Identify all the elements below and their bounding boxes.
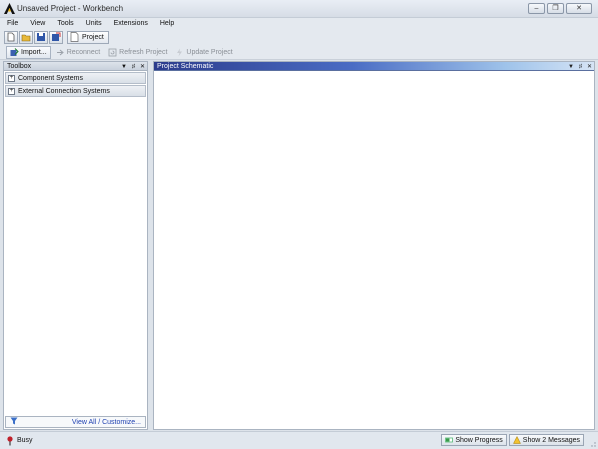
- toolbox-controls: ▼ ♯ ✕: [121, 62, 145, 71]
- save-as-button[interactable]: [49, 30, 63, 44]
- project-page-icon: [70, 32, 79, 42]
- pin-icon[interactable]: ♯: [579, 64, 582, 70]
- refresh-project-button[interactable]: Refresh Project: [105, 46, 170, 59]
- reconnect-label: Reconnect: [66, 48, 101, 56]
- restore-button[interactable]: ❐: [547, 3, 564, 14]
- window-title: Unsaved Project - Workbench: [17, 4, 124, 13]
- menu-extensions[interactable]: Extensions: [114, 20, 148, 27]
- tab-project-label: Project: [82, 33, 104, 41]
- minimize-icon: –: [534, 5, 539, 12]
- busy-light-icon: [7, 435, 13, 445]
- close-icon[interactable]: ✕: [140, 63, 145, 70]
- expand-plus-icon[interactable]: +: [8, 87, 15, 95]
- open-button[interactable]: [19, 30, 33, 44]
- main-toolbar: Project: [0, 29, 598, 45]
- close-button[interactable]: ✕: [566, 3, 592, 14]
- toolbox-group-component-systems[interactable]: + Component Systems: [5, 72, 146, 84]
- busy-indicator: Busy: [7, 435, 33, 446]
- import-label: Import...: [21, 48, 47, 56]
- reconnect-button[interactable]: Reconnect: [53, 46, 103, 59]
- view-all-customize-link[interactable]: View All / Customize...: [72, 419, 141, 426]
- toolbox-title: Toolbox: [7, 62, 32, 70]
- import-icon: [10, 47, 19, 56]
- menu-units[interactable]: Units: [86, 20, 102, 27]
- dropdown-arrow-icon[interactable]: ▼: [568, 64, 574, 70]
- new-button[interactable]: [4, 30, 18, 44]
- refresh-icon: [108, 48, 117, 56]
- project-schematic-title: Project Schematic: [157, 62, 214, 70]
- toolbox-header: Toolbox ▼ ♯ ✕: [4, 62, 147, 71]
- menu-view[interactable]: View: [30, 20, 45, 27]
- action-toolbar: Import... Reconnect Refresh Project Upda…: [0, 45, 598, 60]
- restore-icon: ❐: [552, 5, 559, 12]
- update-project-label: Update Project: [186, 48, 233, 56]
- ansys-logo-icon: [4, 3, 15, 14]
- progress-icon: [445, 437, 454, 443]
- close-icon: ✕: [576, 5, 582, 12]
- menu-help[interactable]: Help: [160, 20, 174, 27]
- open-folder-icon: [21, 34, 31, 42]
- toolbox-footer: View All / Customize...: [5, 416, 146, 428]
- close-icon[interactable]: ✕: [587, 63, 592, 70]
- minimize-button[interactable]: –: [528, 3, 545, 14]
- pin-icon[interactable]: ♯: [132, 64, 135, 70]
- project-schematic-header: Project Schematic ▼ ♯ ✕: [154, 62, 594, 71]
- show-progress-label: Show Progress: [455, 436, 503, 444]
- status-actions: Show Progress Show 2 Messages: [441, 434, 584, 446]
- project-schematic-pane[interactable]: Project Schematic ▼ ♯ ✕: [153, 61, 595, 430]
- group-label: External Connection Systems: [18, 87, 110, 95]
- refresh-project-label: Refresh Project: [119, 48, 168, 56]
- resize-grip-icon[interactable]: [588, 439, 596, 447]
- tab-project[interactable]: Project: [67, 30, 109, 44]
- show-messages-label: Show 2 Messages: [522, 436, 580, 444]
- reconnect-icon: [56, 49, 64, 55]
- lightning-icon: [177, 48, 183, 56]
- filter-funnel-icon[interactable]: [10, 417, 18, 427]
- message-warning-icon: [512, 436, 521, 444]
- schematic-controls: ▼ ♯ ✕: [568, 62, 592, 71]
- save-disk-icon: [37, 33, 45, 41]
- menu-bar: File View Tools Units Extensions Help: [0, 18, 598, 29]
- toolbox-group-external-connection-systems[interactable]: + External Connection Systems: [5, 85, 146, 97]
- toolbox-pane: Toolbox ▼ ♯ ✕ + Component Systems + Exte…: [3, 61, 148, 430]
- group-label: Component Systems: [18, 74, 83, 82]
- menu-tools[interactable]: Tools: [57, 20, 73, 27]
- title-bar: Unsaved Project - Workbench – ❐ ✕: [0, 0, 598, 18]
- dropdown-arrow-icon[interactable]: ▼: [121, 64, 127, 70]
- new-file-icon: [7, 32, 15, 42]
- show-messages-button[interactable]: Show 2 Messages: [508, 434, 584, 446]
- show-progress-button[interactable]: Show Progress: [441, 434, 507, 446]
- update-project-button[interactable]: Update Project: [172, 46, 235, 59]
- save-button[interactable]: [34, 30, 48, 44]
- import-button[interactable]: Import...: [6, 45, 51, 59]
- expand-plus-icon[interactable]: +: [8, 74, 15, 82]
- status-bar: Busy Show Progress Show 2 Messages: [0, 431, 598, 449]
- status-text: Busy: [17, 437, 33, 444]
- window-controls: – ❐ ✕: [528, 3, 592, 14]
- menu-file[interactable]: File: [7, 20, 18, 27]
- save-as-icon: [52, 32, 61, 41]
